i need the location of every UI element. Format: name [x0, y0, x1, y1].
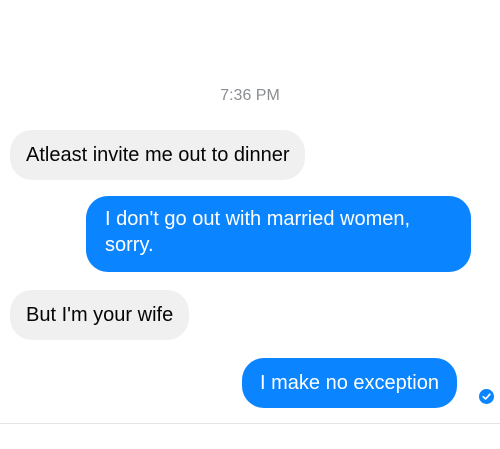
outgoing-message-bubble[interactable]: I don't go out with married women, sorry…	[86, 196, 471, 272]
check-circle-icon	[479, 389, 494, 404]
message-timestamp: 7:36 PM	[220, 87, 280, 104]
outgoing-message-bubble[interactable]: I make no exception	[242, 358, 457, 408]
composer-divider	[0, 423, 500, 424]
incoming-message-bubble[interactable]: But I'm your wife	[10, 290, 190, 340]
incoming-message-bubble[interactable]: Atleast invite me out to dinner	[10, 130, 306, 180]
